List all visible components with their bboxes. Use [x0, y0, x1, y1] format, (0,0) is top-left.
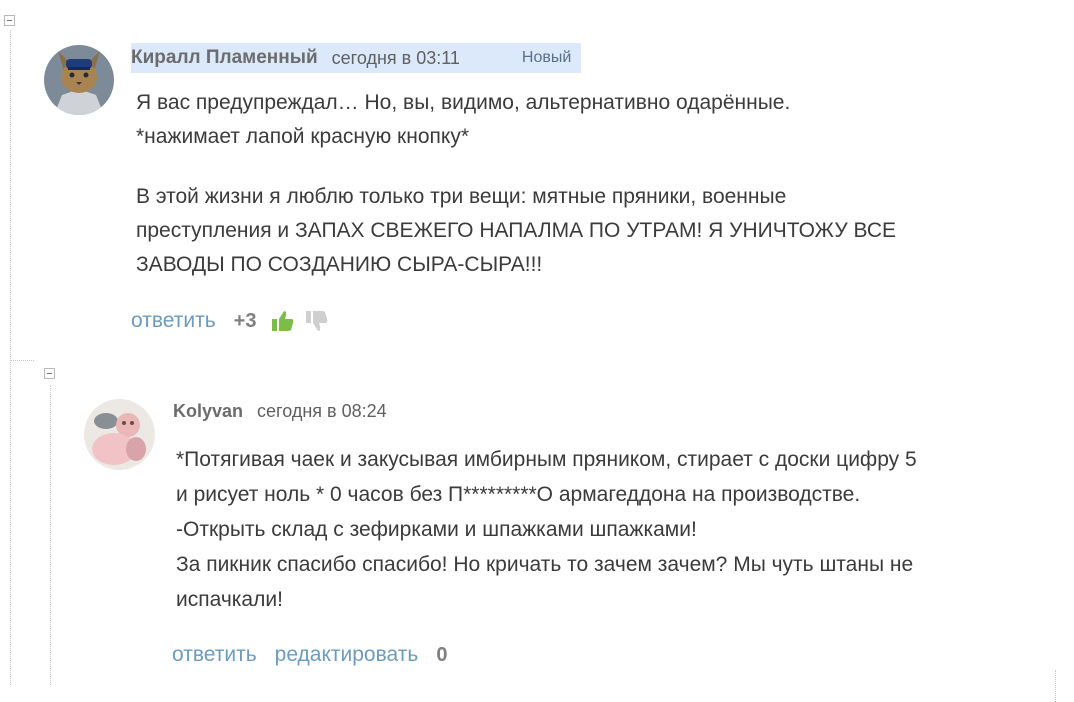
thread-guide-line: [10, 360, 34, 361]
thread-guide-line: [50, 385, 51, 685]
comment-header: Киралл Пламенный сегодня в 03:11 Новый: [131, 43, 582, 73]
reply-link[interactable]: ответить: [131, 309, 216, 333]
comment-actions: ответить +3: [131, 306, 338, 336]
comment-line: *нажимает лапой красную кнопку*: [136, 125, 469, 148]
avatar[interactable]: [84, 399, 155, 470]
comment-date: сегодня в 03:11: [331, 47, 460, 68]
baby-photo-avatar-icon: [84, 399, 155, 470]
comment-line: -Открыть склад с зефирками и шпажками шп…: [176, 518, 697, 541]
comment-line: Я вас предупреждал… Но, вы, видимо, альт…: [136, 91, 791, 114]
new-badge: Новый: [521, 49, 572, 66]
comment-line: В этой жизни я люблю только три вещи: мя…: [136, 185, 787, 208]
comment-author[interactable]: Kolyvan: [173, 401, 243, 422]
edit-link[interactable]: редактировать: [275, 643, 419, 667]
comment-paragraph: В этой жизни я люблю только три вещи: мя…: [136, 180, 896, 282]
comment-body: Я вас предупреждал… Но, вы, видимо, альт…: [136, 86, 790, 154]
comment-line: ЗАВОДЫ ПО СОЗДАНИЮ СЫРА-СЫРА!!!: [136, 253, 543, 276]
thumbs-up-icon[interactable]: [270, 308, 296, 334]
comment-header: Kolyvan сегодня в 08:24: [173, 396, 387, 426]
collapse-thread-toggle[interactable]: [4, 15, 15, 26]
collapse-reply-toggle[interactable]: [44, 368, 55, 379]
comment-body: *Потягивая чаек и закусывая имбирным пря…: [176, 442, 917, 617]
cat-avatar-icon: [44, 45, 114, 115]
comment-date: сегодня в 08:24: [257, 400, 387, 421]
thumbs-down-icon[interactable]: [304, 308, 330, 334]
vote-score: +3: [233, 309, 257, 332]
vote-score: 0: [436, 643, 448, 666]
comment-line: и рисует ноль * 0 часов без П*********О …: [176, 483, 861, 506]
comment-body: В этой жизни я люблю только три вещи: мя…: [136, 180, 896, 282]
comment-line: испачкали!: [176, 588, 283, 611]
thread-guide-line: [10, 30, 11, 685]
reply-link[interactable]: ответить: [172, 643, 257, 667]
thread-guide-line: [1055, 670, 1056, 702]
comment-actions: ответить редактировать 0: [172, 640, 461, 670]
avatar[interactable]: [44, 45, 114, 115]
comment-paragraph: Я вас предупреждал… Но, вы, видимо, альт…: [136, 86, 790, 154]
comment-line: *Потягивая чаек и закусывая имбирным пря…: [176, 448, 917, 471]
comment-author[interactable]: Киралл Пламенный: [131, 47, 318, 69]
comment-line: За пикник спасибо спасибо! Но кричать то…: [176, 553, 914, 576]
comment-line: преступления и ЗАПАХ СВЕЖЕГО НАПАЛМА ПО …: [136, 219, 896, 242]
